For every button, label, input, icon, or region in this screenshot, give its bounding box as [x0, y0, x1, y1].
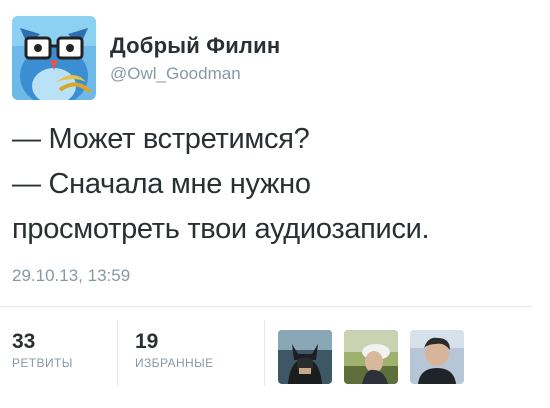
author-avatar[interactable] — [12, 16, 96, 100]
person-cap-avatar-icon — [344, 330, 398, 384]
retweets-count: 33 — [12, 330, 36, 353]
stat-separator — [264, 320, 265, 386]
batman-avatar-icon — [278, 330, 332, 384]
stat-separator — [117, 320, 118, 386]
favorites-label: ИЗБРАННЫЕ — [135, 356, 214, 370]
owl-with-glasses-icon — [12, 16, 96, 100]
favoriter-avatar-portrait[interactable] — [410, 330, 464, 384]
tweet-line: — Может встретимся? — [12, 123, 310, 155]
stats-divider — [0, 306, 532, 307]
author-name[interactable]: Добрый Филин — [110, 33, 280, 59]
tweet-line: — Сначала мне нужно — [12, 168, 311, 200]
author-handle[interactable]: @Owl_Goodman — [110, 64, 241, 84]
favorites-stat[interactable]: 19 ИЗБРАННЫЕ — [135, 330, 214, 370]
tweet-timestamp[interactable]: 29.10.13, 13:59 — [12, 266, 130, 286]
retweets-stat[interactable]: 33 РЕТВИТЫ — [12, 330, 73, 370]
person-portrait-avatar-icon — [410, 330, 464, 384]
tweet-line: просмотреть твои аудиозаписи. — [12, 213, 430, 245]
tweet-text: — Может встретимся? — Сначала мне нужно … — [12, 117, 542, 252]
favoriter-avatar-batman[interactable] — [278, 330, 332, 384]
favorites-count: 19 — [135, 330, 159, 353]
retweets-label: РЕТВИТЫ — [12, 356, 73, 370]
favoriter-avatar-cap[interactable] — [344, 330, 398, 384]
